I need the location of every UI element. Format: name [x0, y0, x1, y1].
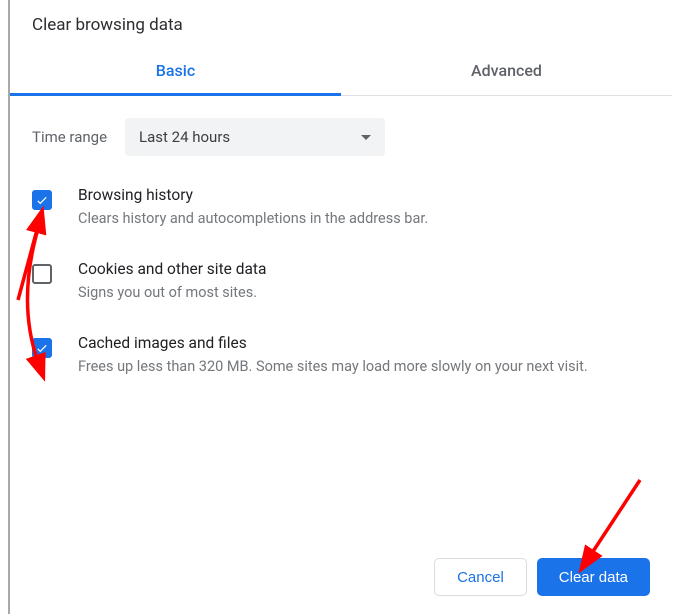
option-desc: Signs you out of most sites.	[78, 282, 266, 304]
button-label: Cancel	[457, 569, 504, 586]
checkbox-cookies[interactable]	[32, 264, 52, 284]
timerange-row: Time range Last 24 hours	[10, 96, 672, 168]
option-desc: Frees up less than 320 MB. Some sites ma…	[78, 356, 588, 378]
tab-advanced[interactable]: Advanced	[341, 49, 672, 95]
button-label: Clear data	[559, 569, 628, 586]
dialog-title: Clear browsing data	[10, 0, 672, 45]
chevron-down-icon	[361, 135, 371, 140]
checkbox-cached[interactable]	[32, 338, 52, 358]
clear-browsing-data-dialog: Clear browsing data Basic Advanced Time …	[8, 0, 672, 614]
option-cookies: Cookies and other site data Signs you ou…	[32, 260, 650, 304]
option-title: Cookies and other site data	[78, 260, 266, 278]
check-icon	[35, 193, 49, 207]
tab-label: Advanced	[471, 61, 542, 80]
timerange-select[interactable]: Last 24 hours	[125, 118, 385, 156]
tab-basic[interactable]: Basic	[10, 49, 341, 95]
option-text: Browsing history Clears history and auto…	[78, 186, 428, 230]
option-browsing-history: Browsing history Clears history and auto…	[32, 186, 650, 230]
tab-label: Basic	[156, 61, 195, 80]
cancel-button[interactable]: Cancel	[434, 558, 527, 596]
checkbox-browsing-history[interactable]	[32, 190, 52, 210]
clear-data-button[interactable]: Clear data	[537, 558, 650, 596]
option-desc: Clears history and autocompletions in th…	[78, 208, 428, 230]
tabs: Basic Advanced	[10, 49, 672, 96]
option-text: Cookies and other site data Signs you ou…	[78, 260, 266, 304]
dialog-footer: Cancel Clear data	[10, 540, 672, 614]
option-text: Cached images and files Frees up less th…	[78, 334, 588, 378]
timerange-label: Time range	[32, 128, 107, 146]
timerange-selected: Last 24 hours	[139, 128, 230, 146]
option-title: Cached images and files	[78, 334, 588, 352]
check-icon	[35, 341, 49, 355]
option-cached: Cached images and files Frees up less th…	[32, 334, 650, 378]
options-list: Browsing history Clears history and auto…	[10, 168, 672, 377]
option-title: Browsing history	[78, 186, 428, 204]
